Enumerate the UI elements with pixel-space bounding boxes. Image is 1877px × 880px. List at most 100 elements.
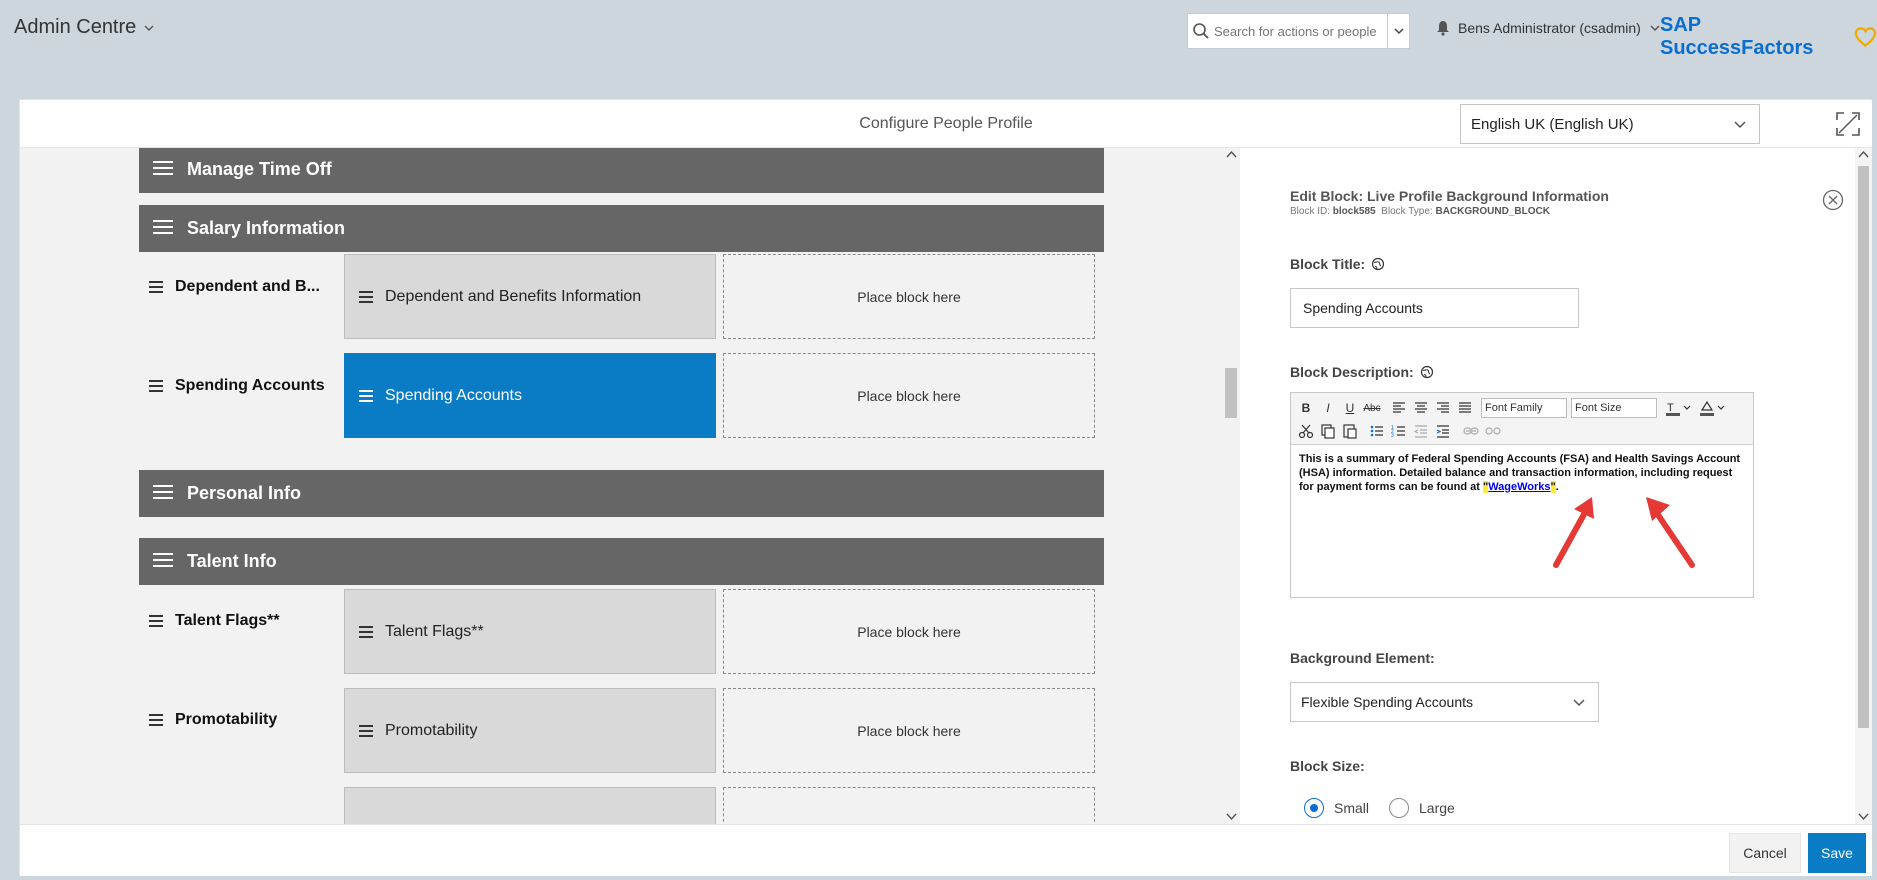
- bullet-list-icon[interactable]: [1367, 421, 1387, 441]
- paste-icon[interactable]: [1340, 421, 1360, 441]
- search-box[interactable]: [1187, 13, 1410, 49]
- block-talent-flags[interactable]: Talent Flags**: [344, 589, 716, 674]
- section-personal-info[interactable]: Personal Info: [139, 470, 1104, 517]
- chevron-down-icon: [1393, 28, 1404, 35]
- drag-handle-icon[interactable]: [359, 291, 373, 303]
- outdent-icon[interactable]: [1411, 421, 1431, 441]
- row-label-talent-flags[interactable]: Talent Flags**: [149, 612, 280, 630]
- placeholder-label: Place block here: [857, 623, 961, 640]
- radio-large[interactable]: [1389, 798, 1410, 818]
- cancel-button[interactable]: Cancel: [1729, 833, 1801, 873]
- drag-handle-icon[interactable]: [149, 380, 163, 392]
- canvas-scrollbar[interactable]: [1223, 148, 1240, 824]
- scroll-up-icon[interactable]: [1855, 148, 1872, 162]
- block-dependent-benefits[interactable]: Dependent and Benefits Information: [344, 254, 716, 339]
- scrollbar-thumb[interactable]: [1225, 368, 1237, 418]
- rte-content[interactable]: This is a summary of Federal Spending Ac…: [1299, 452, 1745, 494]
- label-text: Background Element:: [1290, 650, 1435, 666]
- block-drop-zone[interactable]: [723, 787, 1095, 824]
- copy-icon[interactable]: [1318, 421, 1338, 441]
- fullscreen-icon[interactable]: [1835, 111, 1861, 137]
- align-justify-icon[interactable]: [1455, 398, 1475, 418]
- panel-header: Configure People Profile English UK (Eng…: [20, 100, 1872, 148]
- row-label-dependent-benefits[interactable]: Dependent and B...: [149, 278, 320, 296]
- drag-handle-icon[interactable]: [149, 615, 163, 627]
- drag-handle-icon[interactable]: [153, 552, 173, 568]
- app-title[interactable]: Admin Centre: [14, 16, 156, 39]
- numbered-list-icon[interactable]: 123: [1389, 421, 1409, 441]
- block-drop-zone[interactable]: Place block here: [723, 688, 1095, 773]
- globe-icon[interactable]: [1371, 257, 1385, 271]
- edit-pane-title: Edit Block: Live Profile Background Info…: [1290, 188, 1609, 204]
- section-salary-information[interactable]: Salary Information: [139, 205, 1104, 252]
- scroll-down-icon[interactable]: [1223, 810, 1240, 822]
- block-spending-accounts[interactable]: Spending Accounts: [344, 353, 716, 438]
- block-label: Spending Accounts: [385, 386, 522, 404]
- block-title-input[interactable]: Spending Accounts: [1290, 288, 1579, 328]
- font-size-select[interactable]: Font Size: [1571, 398, 1657, 418]
- align-right-icon[interactable]: [1433, 398, 1453, 418]
- drag-handle-icon[interactable]: [359, 626, 373, 638]
- row-label-text: Promotability: [175, 711, 278, 728]
- drag-handle-icon[interactable]: [149, 714, 163, 726]
- save-button[interactable]: Save: [1808, 833, 1866, 873]
- chevron-down-icon: [144, 25, 154, 31]
- font-size-label: Font Size: [1575, 402, 1622, 414]
- user-menu[interactable]: Bens Administrator (csadmin): [1436, 20, 1661, 36]
- brand-logo[interactable]: SAP SuccessFactors: [1660, 14, 1877, 60]
- underline-icon[interactable]: U: [1340, 398, 1360, 418]
- description-end: .: [1555, 481, 1559, 493]
- bold-icon[interactable]: B: [1296, 398, 1316, 418]
- edit-pane-scrollbar[interactable]: [1855, 148, 1872, 824]
- row-label-spending-accounts[interactable]: Spending Accounts: [149, 377, 325, 395]
- bell-icon[interactable]: [1436, 20, 1450, 36]
- drag-handle-icon[interactable]: [153, 484, 173, 500]
- background-element-select[interactable]: Flexible Spending Accounts: [1290, 682, 1599, 722]
- label-text: Block Size:: [1290, 758, 1365, 774]
- block-drop-zone[interactable]: Place block here: [723, 254, 1095, 339]
- italic-icon[interactable]: I: [1318, 398, 1338, 418]
- svg-text:T: T: [1667, 402, 1674, 414]
- scroll-down-icon[interactable]: [1855, 810, 1872, 824]
- block-id-value: block585: [1332, 206, 1376, 217]
- globe-icon[interactable]: [1420, 365, 1434, 379]
- radio-small-label[interactable]: Small: [1334, 800, 1369, 816]
- strikethrough-icon[interactable]: Abc: [1362, 398, 1382, 418]
- highlight-color-icon[interactable]: [1697, 398, 1727, 418]
- scroll-up-icon[interactable]: [1223, 149, 1240, 161]
- app-title-label: Admin Centre: [14, 16, 137, 38]
- scrollbar-thumb[interactable]: [1858, 166, 1869, 728]
- configure-panel: Configure People Profile English UK (Eng…: [19, 99, 1872, 876]
- radio-small[interactable]: [1304, 798, 1324, 818]
- block-drop-zone[interactable]: Place block here: [723, 353, 1095, 438]
- link-icon[interactable]: [1461, 421, 1481, 441]
- label-text: Block Title:: [1290, 256, 1366, 272]
- radio-large-label[interactable]: Large: [1419, 800, 1455, 816]
- font-family-select[interactable]: Font Family: [1481, 398, 1567, 418]
- section-talent-info[interactable]: Talent Info: [139, 538, 1104, 585]
- indent-icon[interactable]: [1433, 421, 1453, 441]
- block-promotability[interactable]: Promotability: [344, 688, 716, 773]
- text-color-icon[interactable]: T: [1663, 398, 1693, 418]
- align-left-icon[interactable]: [1389, 398, 1409, 418]
- block-drop-zone[interactable]: Place block here: [723, 589, 1095, 674]
- row-label-promotability[interactable]: Promotability: [149, 711, 277, 729]
- placeholder-label: Place block here: [857, 722, 961, 739]
- unlink-icon[interactable]: [1483, 421, 1503, 441]
- drag-handle-icon[interactable]: [153, 219, 173, 235]
- drag-handle-icon[interactable]: [153, 160, 173, 176]
- drag-handle-icon[interactable]: [359, 390, 373, 402]
- cut-icon[interactable]: [1296, 421, 1316, 441]
- language-select[interactable]: English UK (English UK): [1460, 104, 1760, 144]
- close-icon[interactable]: [1822, 189, 1844, 211]
- block-partial[interactable]: [344, 787, 716, 824]
- user-name: Bens Administrator (csadmin): [1458, 20, 1641, 36]
- block-title-value: Spending Accounts: [1303, 300, 1423, 316]
- align-center-icon[interactable]: [1411, 398, 1431, 418]
- drag-handle-icon[interactable]: [149, 281, 163, 293]
- section-manage-time-off[interactable]: Manage Time Off: [139, 148, 1104, 193]
- search-input[interactable]: [1214, 23, 1384, 39]
- search-scope-dropdown[interactable]: [1387, 14, 1409, 48]
- wageworks-link[interactable]: WageWorks: [1488, 481, 1550, 493]
- drag-handle-icon[interactable]: [359, 725, 373, 737]
